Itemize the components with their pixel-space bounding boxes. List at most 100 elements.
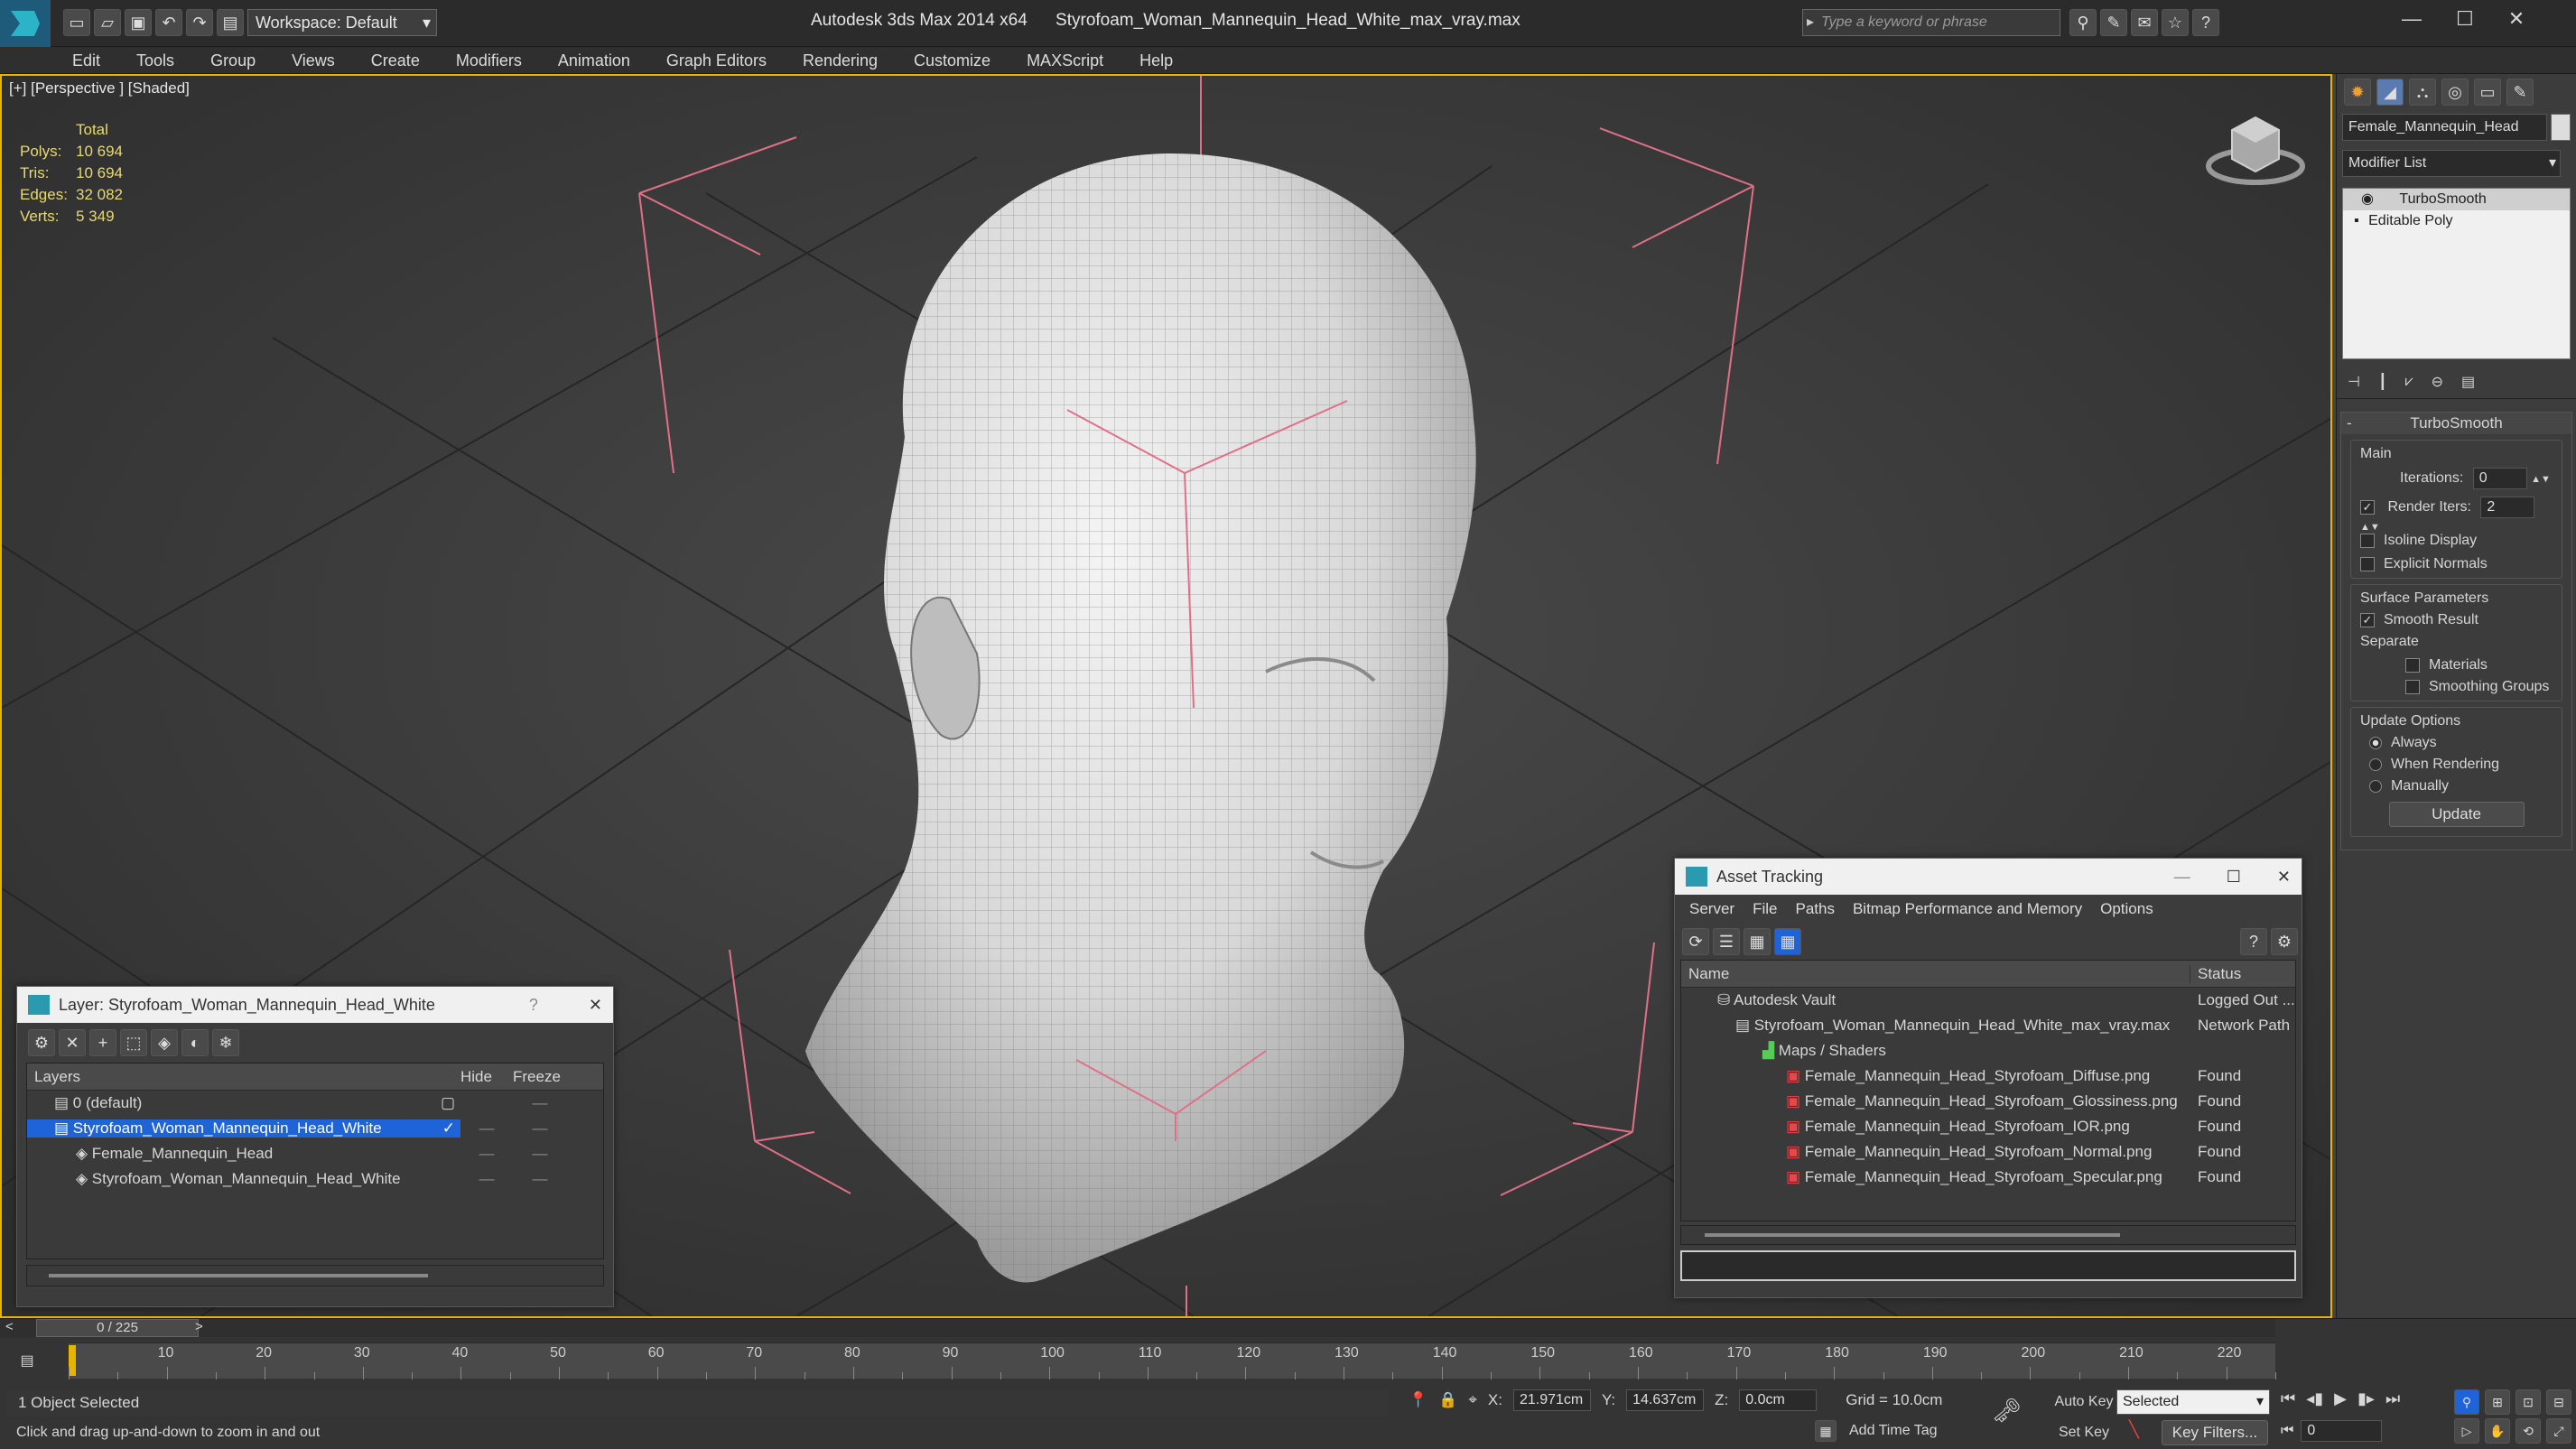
- zoom-icon[interactable]: ⚲: [2454, 1389, 2479, 1415]
- scrollbar-thumb[interactable]: [1705, 1233, 2120, 1237]
- auto-key-button[interactable]: Auto Key: [2048, 1389, 2120, 1415]
- settings-icon[interactable]: ⚙: [2271, 928, 2298, 955]
- menu-create[interactable]: Create: [353, 47, 438, 74]
- remove-modifier-icon[interactable]: ⊖: [2432, 373, 2443, 391]
- hide-all-icon[interactable]: ◐: [181, 1029, 209, 1056]
- field-of-view-icon[interactable]: ▷: [2454, 1418, 2479, 1444]
- search-input[interactable]: ▸ Type a keyword or phrase: [1802, 9, 2060, 36]
- spinner-arrows-icon[interactable]: ▲▼: [2360, 522, 2380, 533]
- perspective-viewport[interactable]: [+] [Perspective ] [Shaded] Total Polys:…: [0, 74, 2332, 1318]
- binoculars-icon[interactable]: ⚲: [2069, 9, 2097, 36]
- rollout-header[interactable]: - TurboSmooth: [2341, 413, 2571, 434]
- details-view-icon[interactable]: ▦: [1744, 928, 1771, 955]
- project-folder-icon[interactable]: ▤: [217, 9, 244, 36]
- viewport-label[interactable]: [+] [Perspective ] [Shaded]: [9, 79, 190, 98]
- create-tab-icon[interactable]: ✹: [2344, 79, 2371, 106]
- layer-settings-icon[interactable]: ⚙: [28, 1029, 55, 1056]
- play-icon[interactable]: ▶: [2334, 1389, 2347, 1408]
- asset-path-field[interactable]: [1680, 1250, 2296, 1281]
- layer-window-header[interactable]: Layer: Styrofoam_Woman_Mannequin_Head_Wh…: [17, 987, 613, 1023]
- refresh-icon[interactable]: ⟳: [1682, 928, 1709, 955]
- help-button[interactable]: ?: [529, 996, 538, 1015]
- update-button[interactable]: Update: [2388, 802, 2525, 827]
- materials-row[interactable]: Materials: [2405, 657, 2553, 673]
- redo-icon[interactable]: ↷: [186, 9, 213, 36]
- freeze-toggle[interactable]: —: [513, 1119, 567, 1138]
- x-coordinate-field[interactable]: 21.971cm: [1512, 1389, 1591, 1411]
- motion-tab-icon[interactable]: ◎: [2441, 79, 2469, 106]
- checkmark-icon[interactable]: ✓: [442, 1119, 455, 1138]
- undo-icon[interactable]: ↶: [155, 9, 182, 36]
- favorites-star-icon[interactable]: ☆: [2162, 9, 2189, 36]
- next-frame-icon[interactable]: ▮▸: [2357, 1389, 2375, 1408]
- go-to-start-icon[interactable]: ⏮: [2281, 1389, 2295, 1408]
- asset-menu-server[interactable]: Server: [1680, 896, 1744, 923]
- when-rendering-radio[interactable]: [2369, 757, 2382, 771]
- asset-horizontal-scrollbar[interactable]: [1680, 1225, 2296, 1245]
- current-frame-field[interactable]: 0: [2301, 1420, 2383, 1442]
- menu-customize[interactable]: Customize: [896, 47, 1009, 74]
- asset-row[interactable]: ⛁ Autodesk Vault Logged Out ...: [1681, 988, 2295, 1013]
- select-objects-icon[interactable]: ⬚: [120, 1029, 147, 1056]
- minimize-icon[interactable]: —: [2174, 868, 2190, 887]
- minimize-icon[interactable]: —: [2402, 7, 2422, 31]
- key-mode-dropdown[interactable]: Selected ▾: [2116, 1389, 2270, 1415]
- key-filters-button[interactable]: Key Filters...: [2162, 1420, 2268, 1445]
- open-file-icon[interactable]: ▱: [94, 9, 121, 36]
- pan-icon[interactable]: ✋: [2485, 1418, 2510, 1444]
- menu-views[interactable]: Views: [274, 47, 353, 74]
- close-button[interactable]: ✕: [589, 996, 602, 1015]
- current-layer-checkbox[interactable]: ▢: [441, 1094, 455, 1112]
- asset-menu-options[interactable]: Options: [2091, 896, 2162, 923]
- workspace-dropdown[interactable]: Workspace: Default ▾: [247, 9, 437, 36]
- menu-animation[interactable]: Animation: [540, 47, 648, 74]
- always-row[interactable]: Always: [2369, 735, 2553, 751]
- zoom-extents-icon[interactable]: ⊡: [2516, 1389, 2541, 1415]
- trackbar-toggle-icon[interactable]: ▤: [0, 1342, 54, 1379]
- layer-row[interactable]: ▤ Styrofoam_Woman_Mannequin_Head_White ✓ …: [27, 1116, 603, 1141]
- smoothing-groups-checkbox[interactable]: [2405, 679, 2420, 694]
- make-unique-icon[interactable]: ⩗: [2405, 374, 2413, 390]
- modifier-list-dropdown[interactable]: Modifier List ▾: [2342, 150, 2561, 177]
- help-icon[interactable]: ?: [2192, 9, 2219, 36]
- asset-window-header[interactable]: Asset Tracking — ☐ ✕: [1675, 859, 2302, 895]
- menu-edit[interactable]: Edit: [54, 47, 118, 74]
- hierarchy-tab-icon[interactable]: ⛬: [2409, 79, 2436, 106]
- expand-icon[interactable]: ▪: [2354, 213, 2363, 228]
- communication-icon[interactable]: ✉: [2131, 9, 2158, 36]
- previous-frame-icon[interactable]: ◂▮: [2306, 1389, 2323, 1408]
- close-icon[interactable]: ✕: [2508, 7, 2525, 31]
- modify-tab-icon[interactable]: ◢: [2376, 79, 2404, 106]
- app-logo[interactable]: [0, 0, 51, 47]
- hide-toggle[interactable]: —: [460, 1119, 513, 1138]
- add-layer-icon[interactable]: +: [89, 1029, 116, 1056]
- hide-toggle[interactable]: —: [460, 1170, 513, 1188]
- scrollbar-thumb[interactable]: [49, 1274, 428, 1277]
- asset-row[interactable]: ▟ Maps / Shaders: [1681, 1038, 2295, 1064]
- y-coordinate-field[interactable]: 14.637cm: [1626, 1389, 1705, 1411]
- help-icon[interactable]: ?: [2240, 928, 2267, 955]
- asset-row[interactable]: ▣ Female_Mannequin_Head_Styrofoam_Specul…: [1681, 1165, 2295, 1190]
- menu-graph-editors[interactable]: Graph Editors: [648, 47, 785, 74]
- configure-sets-icon[interactable]: ▤: [2461, 373, 2475, 391]
- delete-layer-icon[interactable]: ✕: [59, 1029, 86, 1056]
- smoothing-groups-row[interactable]: Smoothing Groups: [2405, 679, 2553, 695]
- close-icon[interactable]: ✕: [2277, 868, 2291, 887]
- frame-counter[interactable]: 0 / 225: [36, 1319, 199, 1337]
- pin-stack-icon[interactable]: ⊣: [2348, 373, 2360, 391]
- subscription-icon[interactable]: ✎: [2100, 9, 2127, 36]
- column-status[interactable]: Status: [2190, 965, 2241, 983]
- layer-explorer-window[interactable]: Layer: Styrofoam_Woman_Mannequin_Head_Wh…: [16, 986, 614, 1307]
- manually-radio[interactable]: [2369, 779, 2382, 793]
- time-tag-icon[interactable]: ▦: [1815, 1420, 1837, 1442]
- utilities-tab-icon[interactable]: ✎: [2506, 79, 2534, 106]
- always-radio[interactable]: [2369, 736, 2382, 749]
- object-color-swatch[interactable]: [2551, 114, 2571, 141]
- menu-help[interactable]: Help: [1121, 47, 1191, 74]
- time-slider[interactable]: < 0 / 225 >: [0, 1319, 2275, 1337]
- iterations-spinner[interactable]: 0: [2472, 468, 2527, 489]
- asset-row[interactable]: ▣ Female_Mannequin_Head_Styrofoam_Glossi…: [1681, 1089, 2295, 1114]
- asset-menu-paths[interactable]: Paths: [1786, 896, 1843, 923]
- maximize-viewport-icon[interactable]: ⤢: [2546, 1418, 2571, 1444]
- lock-selection-icon[interactable]: 🔒: [1438, 1391, 1457, 1409]
